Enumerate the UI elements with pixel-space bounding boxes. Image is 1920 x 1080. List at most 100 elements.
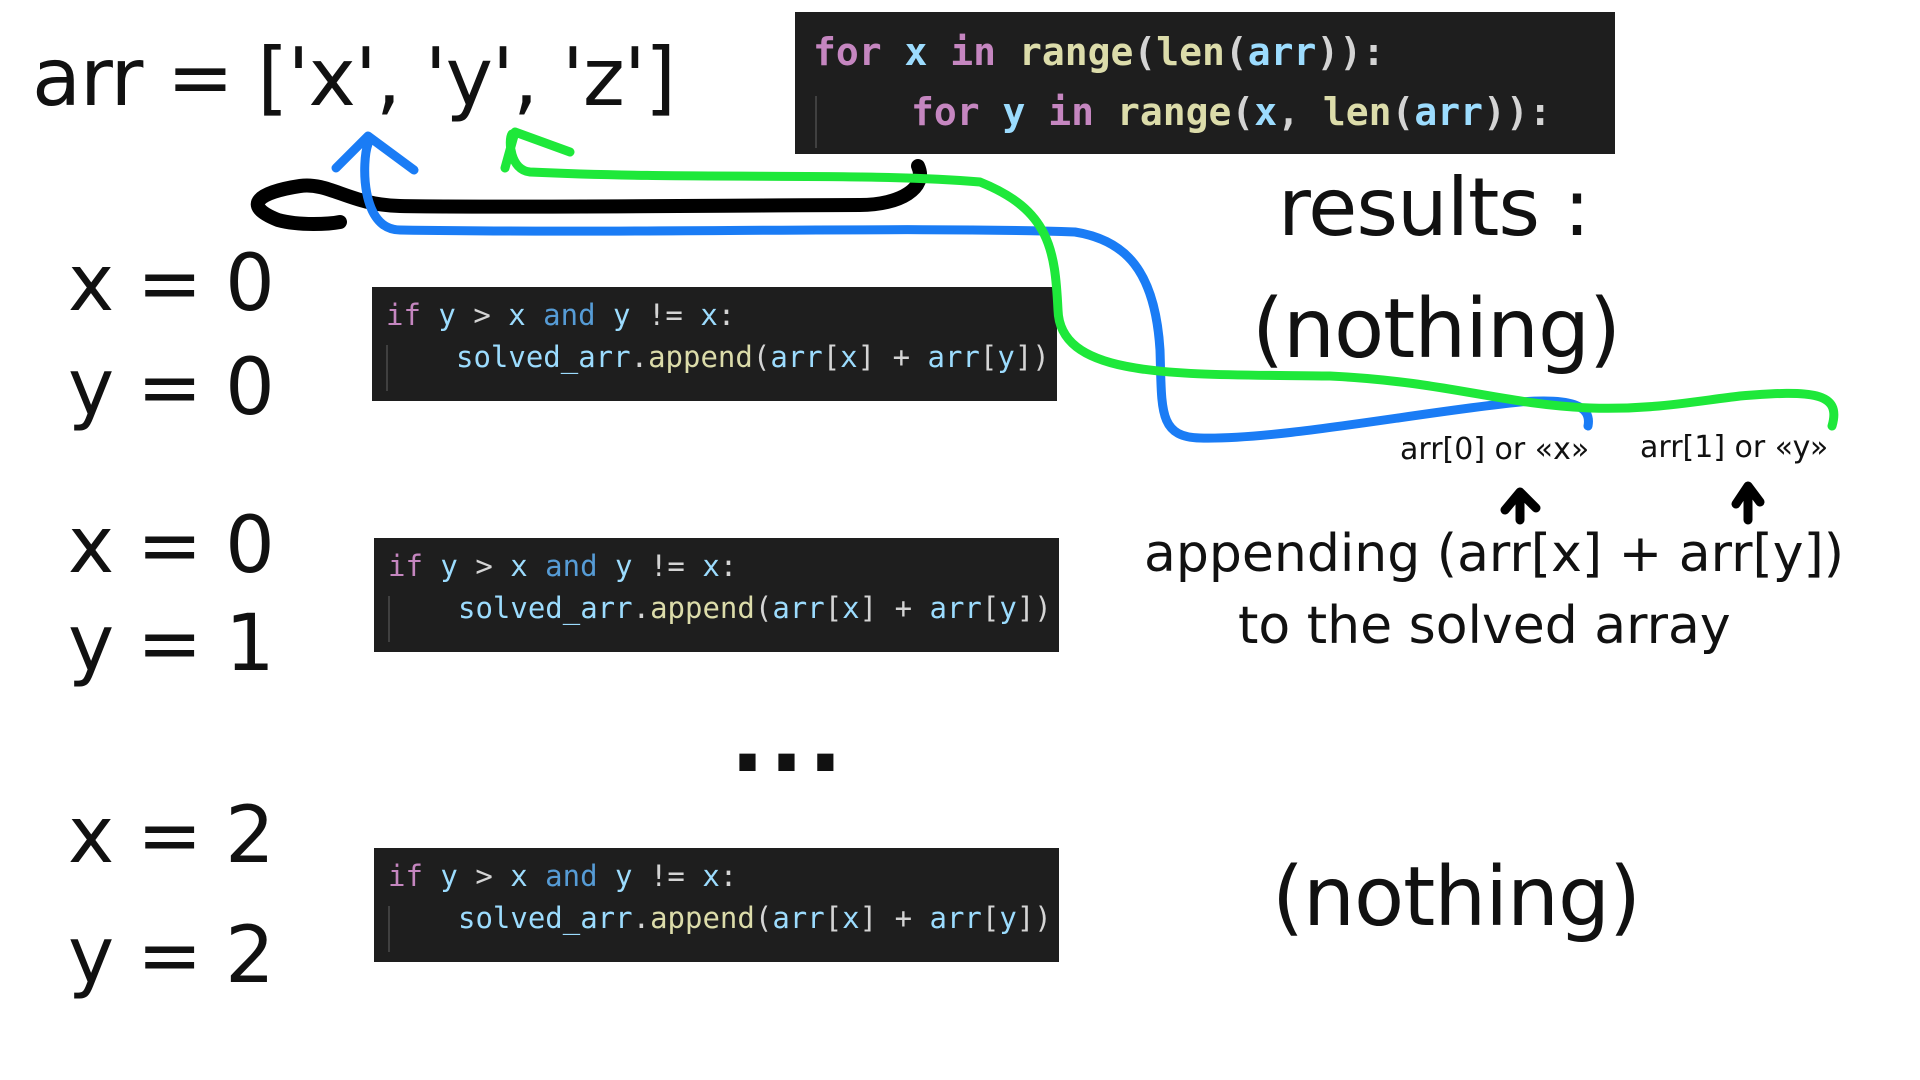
result-2: (nothing)	[1272, 850, 1641, 945]
condition-line: if y > x and y != x:	[388, 548, 737, 584]
up-arrow-right	[1731, 481, 1765, 525]
code-token: x	[492, 549, 546, 583]
code-token: [	[981, 591, 1000, 625]
code-token: +	[875, 340, 928, 374]
code-token: len	[1322, 90, 1392, 134]
code-token: :	[719, 549, 738, 583]
code-token: (	[754, 591, 773, 625]
iteration-3-code-block: if y > x and y != x: solved_arr.append(a…	[374, 848, 1059, 962]
code-token: x	[492, 859, 546, 893]
code-token: arr	[770, 340, 823, 374]
indent-guide	[388, 906, 390, 952]
code-token: y	[999, 901, 1017, 935]
code-token: append	[650, 591, 755, 625]
code-token: )):	[1483, 90, 1552, 134]
code-token: x	[881, 30, 951, 74]
code-token: in	[1048, 90, 1095, 134]
code-token: ]	[857, 340, 876, 374]
code-token: !=	[649, 859, 685, 893]
code-token: y	[597, 549, 650, 583]
append-line: solved_arr.append(arr[x] + arr[y])	[458, 590, 1052, 626]
code-token: ])	[1016, 901, 1052, 935]
code-token: range	[1018, 30, 1134, 74]
code-token: (	[1391, 90, 1415, 134]
black-loop-arrow	[250, 159, 927, 231]
code-token: >	[475, 859, 493, 893]
code-token: ])	[1014, 340, 1050, 374]
iteration-2-code-block: if y > x and y != x: solved_arr.append(a…	[374, 538, 1059, 652]
code-token: and	[545, 859, 598, 893]
code-token: y	[422, 859, 476, 893]
code-token: ])	[1016, 591, 1052, 625]
code-token: >	[473, 298, 491, 332]
code-token: ]	[859, 901, 878, 935]
code-token: >	[475, 549, 493, 583]
code-token: y	[597, 859, 650, 893]
code-token: (	[754, 901, 773, 935]
iteration-2-x-label: x = 0	[68, 501, 275, 591]
appending-line-2: to the solved array	[1238, 596, 1731, 656]
arr0-label: arr[0] or «x»	[1400, 432, 1590, 467]
code-token: y	[997, 340, 1015, 374]
code-token: [	[981, 901, 1000, 935]
code-token: and	[543, 298, 596, 332]
code-token: in	[950, 30, 997, 74]
code-token: [	[979, 340, 998, 374]
code-token: arr	[929, 901, 982, 935]
arr1-label: arr[1] or «y»	[1640, 430, 1829, 465]
code-token: range	[1116, 90, 1232, 134]
condition-line: if y > x and y != x:	[388, 858, 737, 894]
iteration-3-x-label: x = 2	[68, 791, 275, 881]
code-token: arr	[1247, 30, 1317, 74]
code-token: arr	[1414, 90, 1484, 134]
code-token: y	[420, 298, 474, 332]
code-token: y	[422, 549, 476, 583]
code-token: ]	[859, 591, 878, 625]
code-token: x	[684, 859, 720, 893]
code-token: [	[822, 340, 841, 374]
code-token: !=	[647, 298, 683, 332]
code-token: x	[490, 298, 544, 332]
append-line: solved_arr.append(arr[x] + arr[y])	[458, 900, 1052, 936]
code-token: .	[630, 340, 649, 374]
code-token: x	[840, 340, 858, 374]
code-token: for	[911, 90, 980, 134]
appending-line-1: appending (arr[x] + arr[y])	[1144, 524, 1845, 584]
code-token: (	[1224, 30, 1248, 74]
code-token: if	[388, 549, 423, 583]
code-token: +	[877, 591, 930, 625]
code-token: arr	[772, 901, 825, 935]
inner-loop-line: for y in range(x, len(arr)):	[911, 90, 1552, 134]
code-token: arr	[929, 591, 982, 625]
code-token: arr	[927, 340, 980, 374]
code-token: y	[979, 90, 1049, 134]
code-token: append	[648, 340, 753, 374]
indent-guide	[388, 596, 390, 642]
append-line: solved_arr.append(arr[x] + arr[y])	[456, 339, 1050, 375]
code-token: x	[842, 901, 860, 935]
iteration-3-y-label: y = 2	[68, 911, 275, 1001]
code-token: x	[842, 591, 860, 625]
code-token: solved_arr	[458, 901, 633, 935]
up-arrow-left	[1500, 487, 1541, 525]
code-token: x	[684, 549, 720, 583]
ellipsis: ...	[730, 686, 847, 793]
code-token: (	[1231, 90, 1255, 134]
arr-declaration: arr = ['x', 'y', 'z']	[32, 31, 676, 124]
iteration-1-code-block: if y > x and y != x: solved_arr.append(a…	[372, 287, 1057, 401]
code-token: :	[719, 859, 738, 893]
code-token: .	[632, 901, 651, 935]
code-token: (	[1133, 30, 1157, 74]
iteration-2-y-label: y = 1	[68, 599, 275, 689]
loop-code-block: for x in range(len(arr)): for y in range…	[795, 12, 1615, 154]
code-token: if	[388, 859, 423, 893]
indent-guide	[386, 345, 388, 391]
code-token: ,	[1277, 90, 1323, 134]
code-token: and	[545, 549, 598, 583]
outer-loop-line: for x in range(len(arr)):	[813, 30, 1385, 74]
results-title: results :	[1278, 161, 1590, 254]
code-token: x	[682, 298, 718, 332]
indent-guide	[815, 96, 817, 148]
